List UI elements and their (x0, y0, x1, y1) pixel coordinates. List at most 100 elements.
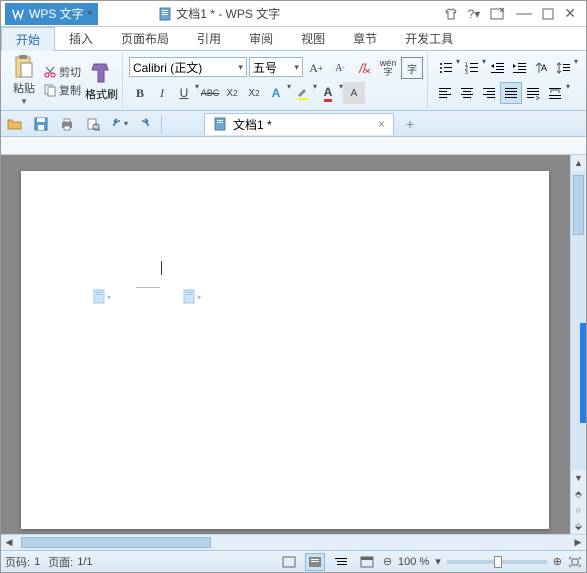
undo-button[interactable]: ▾ (109, 114, 129, 134)
decrease-indent-button[interactable] (486, 57, 508, 79)
save-button[interactable] (31, 114, 51, 134)
align-center-button[interactable] (456, 82, 478, 104)
scroll-left-button[interactable]: ◀ (1, 535, 17, 550)
scroll-track[interactable] (571, 171, 586, 470)
tab-references[interactable]: 引用 (183, 27, 235, 50)
doc-icon (158, 7, 172, 21)
number-list-button[interactable]: 123 (460, 57, 482, 79)
ribbon-tabs: 开始 插入 页面布局 引用 审阅 视图 章节 开发工具 (1, 27, 586, 51)
scissors-icon (43, 65, 57, 79)
tab-page-layout[interactable]: 页面布局 (107, 27, 183, 50)
italic-button[interactable]: I (151, 82, 173, 104)
app-menu-button[interactable]: WPS 文字 ▾ (5, 3, 98, 25)
tab-review[interactable]: 审阅 (235, 27, 287, 50)
scroll-up-button[interactable]: ▲ (571, 155, 586, 171)
app-name: WPS 文字 (29, 5, 84, 22)
tab-chapter[interactable]: 章节 (339, 27, 391, 50)
text-effect-button[interactable]: A (265, 82, 287, 104)
page-marker-icon[interactable]: ▾ (93, 289, 111, 305)
view-web-button[interactable] (357, 553, 377, 571)
bullet-list-button[interactable] (434, 57, 456, 79)
char-shading-button[interactable]: A (343, 82, 365, 104)
print-button[interactable] (57, 114, 77, 134)
char-border-button[interactable]: 字 (401, 57, 423, 79)
font-size-select[interactable]: 五号▾ (249, 57, 303, 77)
page-code-value: 1 (34, 556, 40, 568)
scroll-right-button[interactable]: ▶ (570, 535, 586, 550)
fit-page-button[interactable] (568, 556, 582, 568)
minimize-button[interactable]: — (516, 5, 532, 23)
strike-button[interactable]: ABC (199, 82, 221, 104)
next-page-button[interactable]: ⬙ (571, 518, 586, 534)
increase-font-button[interactable]: A+ (305, 57, 327, 79)
zoom-slider[interactable] (447, 560, 547, 564)
document-tab[interactable]: 文档1 * × (204, 113, 394, 135)
open-button[interactable] (5, 114, 25, 134)
underline-button[interactable]: U (173, 82, 195, 104)
zoom-slider-thumb[interactable] (494, 556, 502, 568)
paste-icon (13, 54, 35, 80)
quick-access-bar: ▾ 文档1 * × + (1, 111, 586, 137)
side-panel-handle[interactable] (580, 323, 586, 423)
ribbon: 粘贴▾ 剪切 复制 格式刷 Calibri (正文)▾ (1, 51, 586, 111)
zoom-in-button[interactable]: ⊕ (553, 555, 562, 568)
redo-button[interactable] (135, 114, 155, 134)
align-justify-button[interactable] (500, 82, 522, 104)
superscript-button[interactable]: X2 (221, 82, 243, 104)
decorative-line (136, 287, 160, 288)
format-painter-icon (90, 60, 112, 86)
copy-button[interactable]: 复制 (43, 82, 81, 98)
clipboard-group: 粘贴▾ 剪切 复制 格式刷 (5, 53, 123, 108)
scroll-down-button[interactable]: ▼ (571, 470, 586, 486)
clear-format-button[interactable] (353, 57, 375, 79)
paragraph-group: ▾ 123▾ A ▾ ▾ (430, 53, 582, 108)
zoom-out-button[interactable]: ⊖ (383, 555, 392, 568)
new-tab-button[interactable]: + (406, 116, 414, 132)
tab-dev-tools[interactable]: 开发工具 (391, 27, 467, 50)
close-tab-button[interactable]: × (378, 117, 385, 131)
tab-view[interactable]: 视图 (287, 27, 339, 50)
help-icon[interactable]: ?▾ (468, 7, 481, 21)
scroll-thumb-h[interactable] (21, 537, 211, 548)
tab-start[interactable]: 开始 (1, 27, 55, 51)
format-painter-button[interactable]: 格式刷 (85, 60, 118, 102)
bold-button[interactable]: B (129, 82, 151, 104)
app-menu-arrow-icon: ▾ (88, 8, 93, 19)
align-left-button[interactable] (434, 82, 456, 104)
line-spacing-button[interactable] (552, 57, 574, 79)
close-button[interactable]: ✕ (564, 5, 576, 22)
scroll-track-h[interactable] (17, 535, 570, 550)
horizontal-ruler[interactable] (1, 137, 586, 155)
view-page-button[interactable] (305, 553, 325, 571)
view-fullscreen-button[interactable] (279, 553, 299, 571)
text-direction-button[interactable]: A (530, 57, 552, 79)
horizontal-scrollbar[interactable]: ◀ ▶ (1, 534, 586, 550)
page-marker-icon[interactable]: ▾ (183, 289, 201, 305)
align-distribute-button[interactable] (522, 82, 544, 104)
paste-button[interactable]: 粘贴▾ (9, 52, 39, 109)
tab-stops-button[interactable] (544, 82, 566, 104)
highlight-color-button[interactable] (291, 82, 313, 104)
doc-icon (213, 117, 227, 131)
subscript-button[interactable]: X2 (243, 82, 265, 104)
zoom-dropdown[interactable]: ▾ (435, 555, 441, 568)
align-right-button[interactable] (478, 82, 500, 104)
increase-indent-button[interactable] (508, 57, 530, 79)
page[interactable]: ▾ ▾ (21, 171, 549, 529)
font-name-select[interactable]: Calibri (正文)▾ (129, 57, 247, 77)
app-logo-icon (11, 7, 25, 21)
font-color-button[interactable]: A (317, 82, 339, 104)
skin-icon[interactable] (444, 7, 458, 21)
decrease-font-button[interactable]: A- (329, 57, 351, 79)
pinyin-button[interactable]: wén字 (377, 57, 399, 79)
view-outline-button[interactable] (331, 553, 351, 571)
svg-text:3: 3 (465, 70, 468, 75)
print-preview-button[interactable] (83, 114, 103, 134)
fullscreen-icon[interactable] (490, 7, 506, 21)
scroll-thumb[interactable] (573, 175, 584, 235)
maximize-button[interactable] (542, 8, 554, 20)
prev-page-button[interactable]: ⬘ (571, 486, 586, 502)
browse-object-button[interactable]: ○ (571, 502, 586, 518)
tab-insert[interactable]: 插入 (55, 27, 107, 50)
cut-button[interactable]: 剪切 (43, 64, 81, 80)
